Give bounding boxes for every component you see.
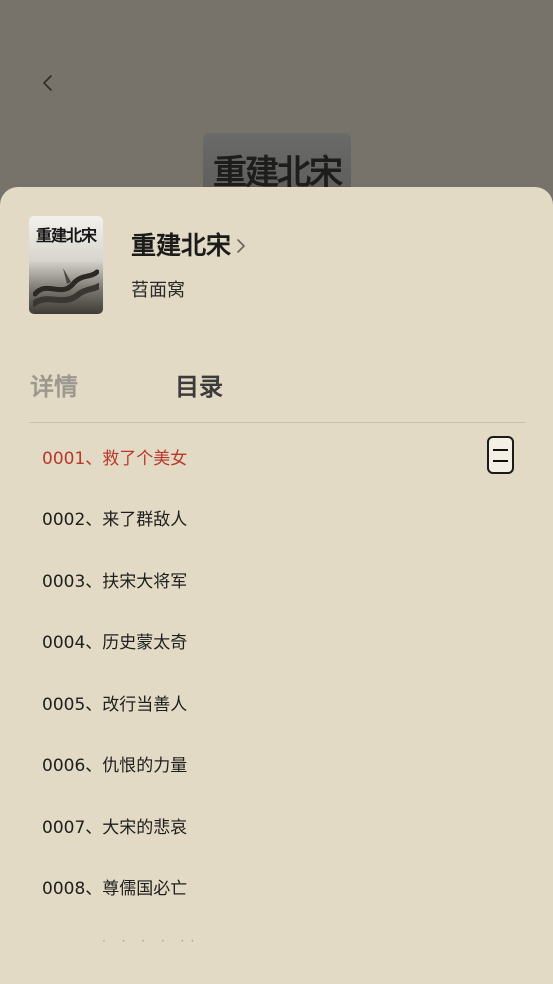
book-author[interactable]: 苕面窝 (131, 279, 185, 303)
book-title: 重建北宋 (131, 231, 232, 260)
fast-scroll-handle[interactable] (487, 436, 514, 474)
chapter-item[interactable]: 0002、来了群敌人 (42, 497, 482, 537)
chapter-item[interactable]: 0001、救了个美女 (42, 436, 482, 476)
chevron-right-icon (235, 236, 249, 256)
book-title-link[interactable]: 重建北宋 (131, 230, 249, 262)
book-detail-sheet: 重建北宋 重建北宋 苕面窝 详情 目录 0001、救了个美女 0002、来了群敌… (0, 187, 553, 984)
chapter-item[interactable]: 0006、仇恨的力量 (42, 743, 482, 783)
detail-tabs: 详情 目录 (30, 371, 525, 407)
book-header: 重建北宋 重建北宋 苕面窝 (29, 216, 529, 314)
chapter-item[interactable]: 0008、尊儒国必亡 (42, 866, 482, 906)
cover-art-image (33, 268, 99, 307)
book-cover-thumbnail[interactable]: 重建北宋 (29, 216, 103, 314)
tab-details[interactable]: 详情 (30, 371, 78, 403)
chapter-item[interactable]: 0003、扶宋大将军 (42, 559, 482, 599)
thumbnail-title: 重建北宋 (35, 226, 97, 245)
chapter-item-cutoff: · · · · ·· (42, 926, 482, 956)
chevron-left-icon (43, 75, 52, 91)
chapter-item[interactable]: 0005、改行当善人 (42, 682, 482, 722)
chapter-item[interactable]: 0007、大宋的悲哀 (42, 805, 482, 845)
app-screen: 重建北宋 重建北宋 重建北宋 苕面窝 详情 目录 0001、救了个美女 0002… (0, 0, 553, 984)
chapter-list: 0001、救了个美女 0002、来了群敌人 0003、扶宋大将军 0004、历史… (0, 423, 553, 984)
tab-catalog[interactable]: 目录 (175, 371, 223, 403)
chapter-item[interactable]: 0004、历史蒙太奇 (42, 620, 482, 660)
back-button[interactable] (34, 68, 62, 98)
loading-dots-icon: · · · · ·· (102, 934, 201, 948)
